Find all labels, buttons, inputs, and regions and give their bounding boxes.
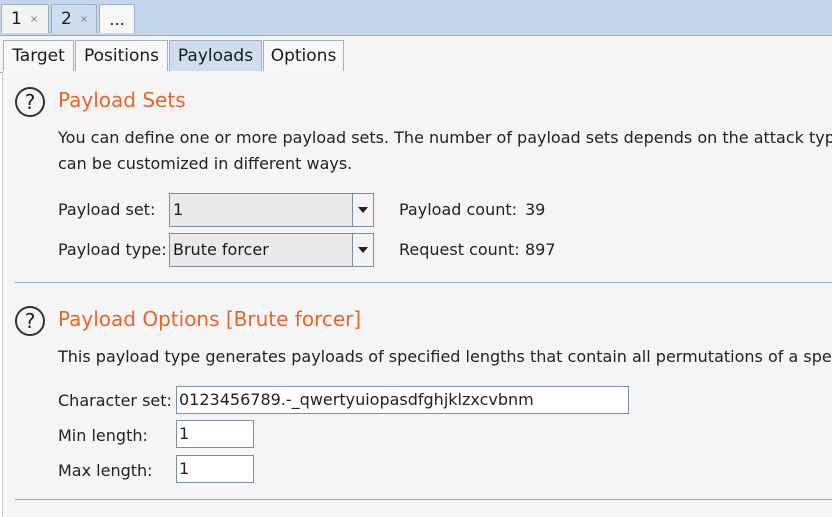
payload-count-value: 39	[525, 200, 546, 219]
payload-set-select[interactable]: 1	[169, 193, 374, 227]
section-divider	[15, 499, 832, 500]
payload-type-value: Brute forcer	[173, 240, 269, 259]
payloads-panel: ? Payload Sets You can define one or mor…	[2, 72, 832, 517]
payload-type-select[interactable]: Brute forcer	[169, 233, 374, 267]
attack-tab-2[interactable]: 2 ×	[51, 4, 97, 33]
new-attack-tab-button[interactable]: ...	[99, 4, 135, 33]
new-tab-label: ...	[109, 9, 125, 29]
payload-count-label: Payload count:	[399, 200, 518, 219]
chevron-down-icon[interactable]	[352, 194, 373, 226]
help-icon[interactable]: ?	[15, 87, 45, 117]
payload-sets-description-line2: can be customized in different ways.	[58, 154, 353, 173]
tab-target[interactable]: Target	[3, 40, 74, 71]
payload-options-description: This payload type generates payloads of …	[58, 347, 832, 366]
payload-set-value: 1	[173, 200, 184, 219]
request-count-label: Request count:	[399, 240, 520, 259]
close-icon[interactable]: ×	[80, 14, 88, 25]
attack-tab-label: 1	[11, 9, 22, 29]
attack-tab-label: 2	[61, 9, 72, 29]
close-icon[interactable]: ×	[30, 14, 38, 25]
intruder-sub-tab-bar: Target Positions Payloads Options	[0, 36, 832, 73]
min-length-label: Min length:	[58, 426, 148, 445]
payload-options-title: Payload Options [Brute forcer]	[58, 307, 362, 331]
max-length-label: Max length:	[58, 461, 153, 480]
min-length-input[interactable]: 1	[176, 420, 254, 448]
attack-tab-bar: 1 × 2 × ...	[0, 0, 832, 36]
tab-positions[interactable]: Positions	[75, 40, 168, 71]
payload-type-label: Payload type:	[58, 240, 167, 259]
payload-sets-title: Payload Sets	[58, 88, 186, 112]
section-divider	[15, 282, 832, 283]
payload-sets-description-line1: You can define one or more payload sets.…	[58, 128, 832, 147]
tab-options[interactable]: Options	[263, 40, 344, 71]
chevron-down-icon[interactable]	[352, 234, 373, 266]
attack-tab-1[interactable]: 1 ×	[1, 4, 49, 33]
charset-input[interactable]: 0123456789.-_qwertyuiopasdfghjklzxcvbnm	[176, 386, 629, 414]
payload-set-label: Payload set:	[58, 200, 156, 219]
charset-label: Character set:	[58, 391, 172, 410]
help-icon[interactable]: ?	[15, 306, 45, 336]
tab-payloads[interactable]: Payloads	[169, 40, 262, 71]
request-count-value: 897	[525, 240, 556, 259]
max-length-input[interactable]: 1	[176, 455, 254, 483]
